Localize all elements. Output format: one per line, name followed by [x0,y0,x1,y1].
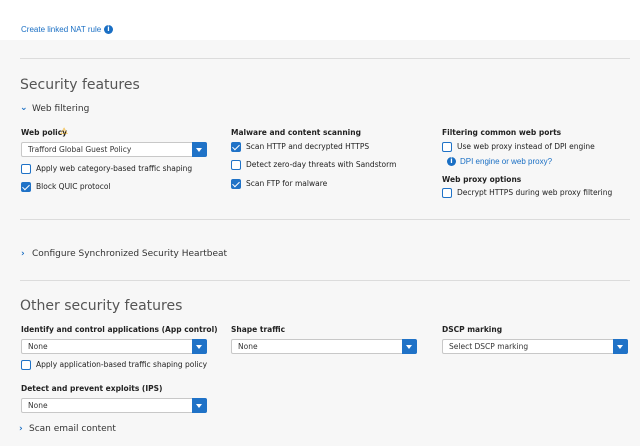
web-policy-value: Trafford Global Guest Policy [28,145,132,154]
app-control-value: None [28,342,48,351]
dscp-value: Select DSCP marking [449,342,529,351]
dropdown-arrow-icon[interactable] [613,339,628,354]
malware-label: Malware and content scanning [231,128,361,137]
dropdown-arrow-icon[interactable] [402,339,417,354]
other-features-title: Other security features [20,298,183,314]
scan-ftp-label: Scan FTP for malware [246,179,328,188]
decrypt-https-label: Decrypt HTTPS during web proxy filtering [457,188,613,197]
info-icon[interactable]: i [104,25,113,34]
ips-value: None [28,401,48,410]
use-proxy-label: Use web proxy instead of DPI engine [457,142,595,151]
scan-ftp-checkbox[interactable] [231,179,241,189]
dscp-label: DSCP marking [442,325,503,334]
ips-select[interactable]: None [21,398,207,413]
nat-panel [0,0,640,40]
proxy-options-label: Web proxy options [442,175,522,184]
ips-label: Detect and prevent exploits (IPS) [21,384,163,393]
divider [20,58,630,59]
chevron-down-icon[interactable]: ⌄ [20,103,28,113]
apply-web-shaping-checkbox[interactable] [21,164,31,174]
chevron-right-icon[interactable]: › [21,249,25,259]
create-nat-rule-link[interactable]: Create linked NAT rule [21,25,101,34]
info-icon[interactable]: i [447,157,456,166]
web-filtering-toggle[interactable]: Web filtering [32,104,89,114]
zero-day-checkbox[interactable] [231,160,241,170]
scan-http-label: Scan HTTP and decrypted HTTPS [246,142,370,151]
apply-app-shaping-label: Apply application-based traffic shaping … [36,360,208,369]
use-proxy-checkbox[interactable] [442,142,452,152]
heartbeat-toggle[interactable]: Configure Synchronized Security Heartbea… [32,249,227,259]
block-quic-checkbox[interactable] [21,182,31,192]
web-policy-select[interactable]: Trafford Global Guest Policy [21,142,207,157]
decrypt-https-checkbox[interactable] [442,188,452,198]
shape-traffic-label: Shape traffic [231,325,286,334]
dropdown-arrow-icon[interactable] [192,339,207,354]
shape-traffic-select[interactable]: None [231,339,417,354]
apply-app-shaping-checkbox[interactable] [21,360,31,370]
app-control-label: Identify and control applications (App c… [21,325,218,334]
dscp-select[interactable]: Select DSCP marking [442,339,628,354]
filtering-ports-label: Filtering common web ports [442,128,562,137]
divider [20,219,630,220]
warning-icon: ⚠ [60,126,69,136]
block-quic-label: Block QUIC protocol [36,182,111,191]
dropdown-arrow-icon[interactable] [192,398,207,413]
chevron-right-icon[interactable]: › [19,424,23,434]
app-control-select[interactable]: None [21,339,207,354]
dropdown-arrow-icon[interactable] [192,142,207,157]
shape-traffic-value: None [238,342,258,351]
zero-day-label: Detect zero-day threats with Sandstorm [246,160,397,169]
divider [20,280,630,281]
apply-web-shaping-label: Apply web category-based traffic shaping [36,164,193,173]
scan-email-toggle[interactable]: Scan email content [29,424,116,434]
security-features-title: Security features [20,77,140,93]
dpi-engine-link[interactable]: DPI engine or web proxy? [460,157,552,166]
scan-http-checkbox[interactable] [231,142,241,152]
